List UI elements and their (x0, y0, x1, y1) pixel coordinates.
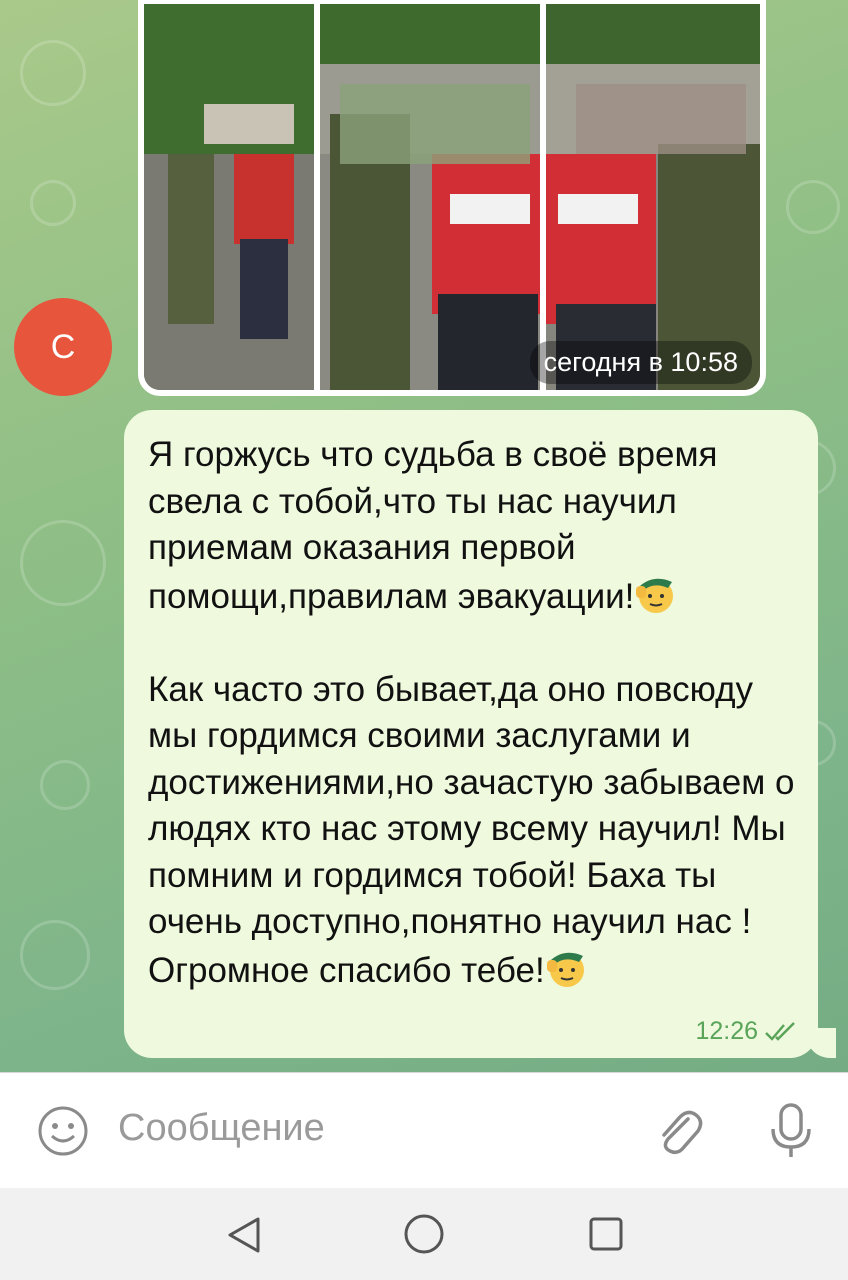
message-text: Я горжусь что судьба в своё время свела … (148, 432, 798, 994)
background-doodle (30, 180, 76, 226)
message-paragraph-1-text: Я горжусь что судьба в своё время свела … (148, 435, 718, 616)
message-composer: Сообщение (0, 1072, 848, 1189)
microphone-icon[interactable] (766, 1101, 816, 1161)
message-bubble-tail (806, 1028, 836, 1058)
album-photo-3[interactable] (546, 4, 760, 390)
album-photo-2[interactable] (320, 4, 540, 390)
sender-avatar[interactable]: С (14, 298, 112, 396)
photo-icon (144, 4, 314, 390)
message-bubble[interactable]: Я горжусь что судьба в своё время свела … (124, 410, 818, 1058)
avatar-letter: С (50, 327, 76, 366)
album-timestamp: сегодня в 10:58 (529, 341, 752, 384)
message-time: 12:26 (695, 1017, 758, 1045)
triangle-back-icon[interactable] (226, 1215, 262, 1255)
smiley-icon[interactable] (36, 1104, 90, 1158)
background-doodle (20, 920, 90, 990)
double-check-icon (765, 1021, 795, 1041)
message-meta: 12:26 (695, 1017, 798, 1046)
message-paragraph-1: Я горжусь что судьба в своё время свела … (148, 432, 798, 620)
background-doodle (40, 760, 90, 810)
background-doodle (786, 180, 840, 234)
message-paragraph-2-text: Как часто это бывает,да оно повсюду мы г… (148, 669, 795, 990)
saluting-face-icon (546, 952, 584, 987)
chat-area[interactable]: С сегодня в 10:58 Я горжусь что судьба в… (0, 0, 848, 1072)
photo-album[interactable]: сегодня в 10:58 (138, 0, 766, 396)
photo-icon (320, 4, 540, 390)
album-photo-1[interactable] (144, 4, 314, 390)
photo-icon (546, 4, 760, 390)
background-doodle (20, 40, 86, 106)
background-doodle (20, 520, 106, 606)
paperclip-icon[interactable] (650, 1103, 706, 1159)
circle-home-icon[interactable] (402, 1212, 446, 1256)
saluting-face-icon (636, 578, 674, 613)
message-input[interactable]: Сообщение (118, 1107, 325, 1150)
message-paragraph-2: Как часто это бывает,да оно повсюду мы г… (148, 667, 798, 995)
square-recents-icon[interactable] (588, 1216, 624, 1252)
